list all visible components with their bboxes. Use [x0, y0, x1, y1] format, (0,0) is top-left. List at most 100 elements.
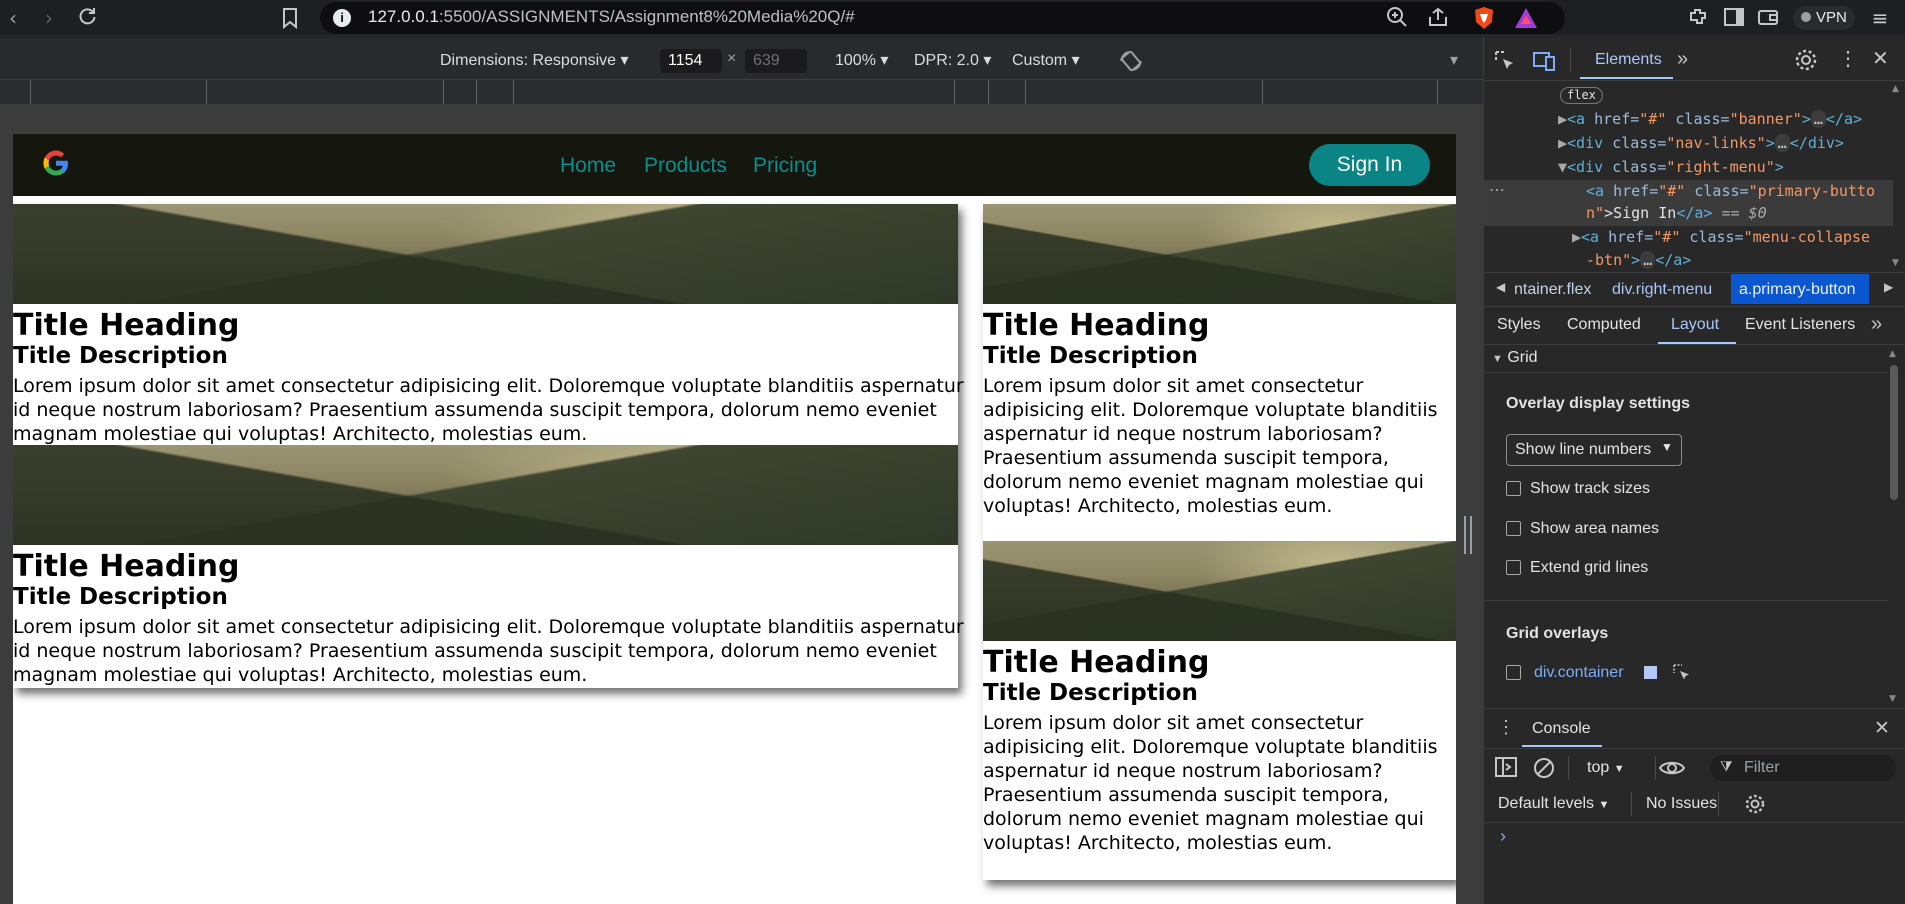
rotate-icon[interactable]	[1118, 48, 1144, 74]
nav-link-pricing[interactable]: Pricing	[753, 154, 817, 178]
tab-console[interactable]: Console	[1532, 720, 1591, 738]
sidebar-icon[interactable]	[1722, 6, 1746, 30]
nav-link-products[interactable]: Products	[644, 154, 727, 178]
width-input[interactable]: 1154	[660, 49, 722, 73]
expand-arrow-icon[interactable]: ▶	[1572, 228, 1581, 246]
more-tabs-icon[interactable]: »	[1677, 48, 1688, 71]
wallet-icon[interactable]	[1756, 6, 1780, 30]
url-text[interactable]: 127.0.0.1:5500/ASSIGNMENTS/Assignment8%2…	[368, 7, 855, 27]
tab-event-listeners[interactable]: Event Listeners	[1745, 316, 1855, 334]
grid-overlay-item[interactable]: div.container	[1534, 664, 1624, 682]
extend-grid-lines-label[interactable]: Extend grid lines	[1530, 559, 1648, 577]
settings-icon[interactable]	[1794, 48, 1818, 72]
dom-node-menu-collapse-cont[interactable]: -btn">… </a>	[1586, 251, 1691, 269]
breadcrumb-container-flex[interactable]: ntainer.flex	[1514, 281, 1591, 299]
console-prompt[interactable]: ›	[1500, 826, 1506, 847]
close-drawer-icon[interactable]: ✕	[1874, 717, 1890, 740]
live-expression-eye-icon[interactable]	[1658, 758, 1686, 778]
close-devtools-icon[interactable]: ✕	[1872, 46, 1889, 71]
back-icon[interactable]: ‹	[0, 5, 26, 31]
zoom-dropdown[interactable]: 100% ▾	[835, 50, 888, 70]
collapsed-ellipsis[interactable]: …	[1774, 134, 1790, 152]
grid-overlay-checkbox[interactable]	[1506, 665, 1521, 680]
tab-computed[interactable]: Computed	[1567, 316, 1641, 334]
nav-link-home[interactable]: Home	[560, 154, 616, 178]
dom-node-primary-button-cont[interactable]: n">Sign In</a> == $0	[1586, 204, 1767, 222]
reload-icon[interactable]	[74, 5, 100, 31]
issues-count[interactable]: No Issues	[1646, 795, 1717, 813]
extend-grid-lines-checkbox[interactable]	[1506, 560, 1521, 575]
more-options-icon[interactable]: ▾	[1450, 50, 1458, 70]
forward-icon[interactable]: ›	[36, 5, 62, 31]
tab-layout[interactable]: Layout	[1671, 316, 1719, 334]
sign-in-button[interactable]: Sign In	[1309, 144, 1430, 186]
layout-scrollbar[interactable]: ▲ ▼	[1887, 345, 1901, 706]
dimensions-dropdown[interactable]: Dimensions: Responsive ▾	[440, 50, 629, 70]
log-levels-dropdown[interactable]: Default levels ▼	[1498, 795, 1609, 813]
show-area-names-checkbox[interactable]	[1506, 521, 1521, 536]
vpn-button[interactable]: VPN	[1793, 6, 1855, 30]
dom-node-primary-button[interactable]: <a href="#" class="primary-butto	[1586, 182, 1875, 200]
reveal-element-icon[interactable]	[1673, 664, 1691, 682]
context-selector[interactable]: top ▼	[1587, 759, 1625, 777]
ruler-mark[interactable]	[954, 80, 955, 104]
resize-handle[interactable]	[1464, 516, 1472, 554]
collapse-arrow-icon[interactable]: ▼	[1558, 158, 1567, 176]
brave-shield-icon[interactable]	[1473, 6, 1495, 30]
ruler-mark[interactable]	[443, 80, 444, 104]
divider	[1484, 272, 1905, 273]
breadcrumb-primary-button[interactable]: a.primary-button	[1739, 281, 1856, 299]
more-subtabs-icon[interactable]: »	[1871, 313, 1882, 336]
grid-section-header[interactable]: ▼ Grid	[1492, 349, 1538, 367]
menu-icon[interactable]: ≡	[1868, 6, 1892, 30]
zoom-icon[interactable]	[1385, 6, 1409, 30]
ruler-mark[interactable]	[206, 80, 207, 104]
expand-arrow-icon[interactable]: ▶	[1558, 110, 1567, 128]
brave-rewards-icon[interactable]	[1514, 7, 1538, 29]
dom-node-menu-collapse[interactable]: ▶<a href="#" class="menu-collapse	[1572, 228, 1870, 246]
dom-scrollbar[interactable]: ▲ ▼	[1891, 80, 1901, 270]
dom-node-banner[interactable]: ▶<a href="#" class="banner">… </a>	[1558, 110, 1862, 128]
site-info-icon[interactable]: i	[333, 9, 351, 27]
extensions-icon[interactable]	[1686, 6, 1710, 30]
drawer-menu-icon[interactable]: ⋮	[1497, 717, 1515, 738]
device-toggle-icon[interactable]	[1532, 50, 1556, 72]
node-actions-icon[interactable]: ⋯	[1489, 180, 1505, 200]
height-input[interactable]: 639	[745, 49, 807, 73]
throttle-dropdown[interactable]: Custom ▾	[1012, 50, 1080, 70]
clear-console-icon[interactable]	[1533, 757, 1555, 779]
overlay-color-swatch[interactable]	[1644, 666, 1657, 679]
console-filter-input[interactable]: ⧩ Filter	[1710, 755, 1896, 781]
collapsed-ellipsis[interactable]: …	[1810, 110, 1826, 128]
tab-styles[interactable]: Styles	[1497, 316, 1541, 334]
show-area-names-label[interactable]: Show area names	[1530, 520, 1659, 538]
line-numbers-select[interactable]: Show line numbers ▼	[1506, 434, 1682, 466]
google-logo[interactable]	[41, 148, 71, 178]
flex-badge[interactable]: flex	[1560, 87, 1603, 104]
show-track-sizes-checkbox[interactable]	[1506, 481, 1521, 496]
inspect-element-icon[interactable]	[1494, 50, 1516, 72]
breadcrumb-scroll-right-icon[interactable]: ▶	[1884, 280, 1893, 294]
breadcrumb-scroll-left-icon[interactable]: ◀	[1496, 280, 1505, 294]
console-sidebar-icon[interactable]	[1495, 757, 1517, 777]
tab-elements[interactable]: Elements	[1595, 51, 1662, 69]
ruler-mark[interactable]	[988, 80, 989, 104]
dom-node-right-menu[interactable]: ▼<div class="right-menu">	[1558, 158, 1784, 176]
site-navbar: Home Products Pricing Sign In	[13, 134, 1456, 196]
dpr-dropdown[interactable]: DPR: 2.0 ▾	[914, 50, 991, 70]
ruler-mark[interactable]	[30, 80, 31, 104]
show-track-sizes-label[interactable]: Show track sizes	[1530, 480, 1650, 498]
ruler-mark[interactable]	[476, 80, 477, 104]
collapsed-ellipsis[interactable]: …	[1640, 251, 1656, 269]
ruler-mark[interactable]	[513, 80, 514, 104]
ruler-mark[interactable]	[1262, 80, 1263, 104]
bookmark-icon[interactable]	[280, 7, 300, 30]
ruler-mark[interactable]	[1025, 80, 1026, 104]
dom-node-nav-links[interactable]: ▶<div class="nav-links">… </div>	[1558, 134, 1844, 152]
console-settings-icon[interactable]	[1744, 793, 1766, 815]
expand-arrow-icon[interactable]: ▶	[1558, 134, 1567, 152]
kebab-menu-icon[interactable]: ⋮	[1838, 46, 1858, 71]
breadcrumb-right-menu[interactable]: div.right-menu	[1612, 281, 1712, 299]
share-icon[interactable]	[1426, 6, 1450, 30]
ruler-mark[interactable]	[1437, 80, 1438, 104]
